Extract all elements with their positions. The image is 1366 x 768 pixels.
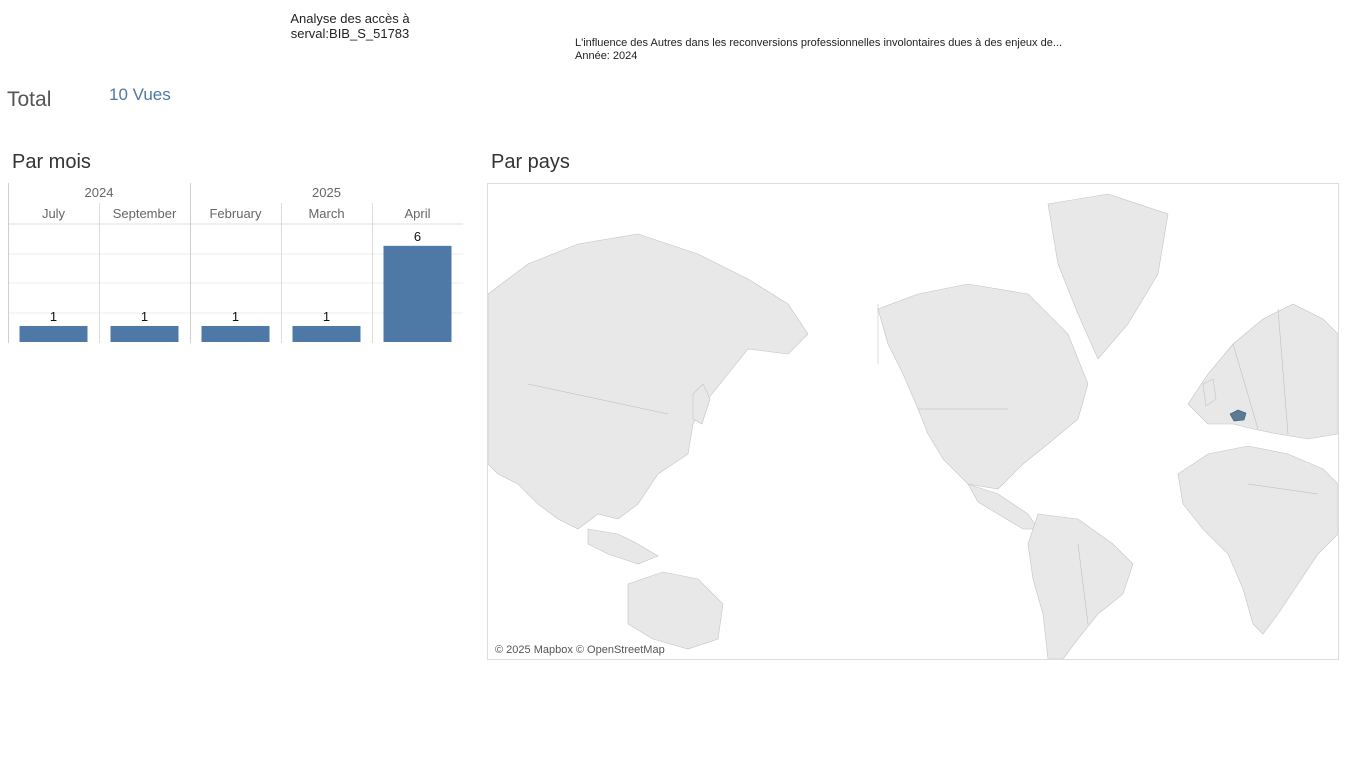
bar-march: [292, 325, 361, 342]
month-label-april: April: [404, 206, 430, 221]
bar-value-september: 1: [141, 309, 148, 324]
region-europe: [1187, 303, 1338, 440]
region-north-america: [877, 283, 1089, 490]
bar-value-july: 1: [50, 309, 57, 324]
section-title-by-month: Par mois: [12, 151, 91, 173]
bar-july: [19, 325, 88, 342]
month-label-september: September: [113, 206, 177, 221]
dashboard-title: Analyse des accès à serval:BIB_S_51783: [260, 11, 440, 41]
region-central-america: [967, 483, 1039, 530]
year-label-2025: 2025: [312, 185, 341, 200]
bar-april: [383, 245, 452, 342]
document-info: L'influence des Autres dans les reconver…: [575, 37, 1062, 63]
bar-february: [201, 325, 270, 342]
bar-value-april: 6: [414, 229, 421, 244]
region-asia: [488, 233, 809, 530]
bar-value-march: 1: [323, 309, 330, 324]
total-label: Total: [7, 88, 52, 111]
document-title: L'influence des Autres dans les reconver…: [575, 37, 1063, 49]
bar-value-february: 1: [232, 309, 239, 324]
country-map[interactable]: © 2025 Mapbox © OpenStreetMap: [487, 183, 1339, 660]
region-south-america: [1027, 513, 1134, 659]
dashboard-title-line1: Analyse des accès à: [290, 11, 410, 26]
bar-september: [110, 325, 179, 342]
region-africa: [1177, 445, 1338, 635]
region-se-asia: [587, 528, 659, 565]
section-title-by-country: Par pays: [491, 151, 570, 173]
world-map-svg: [488, 193, 1338, 659]
monthly-views-svg: 2024 2025 July 1 September 1 February 1 March 1 Ap…: [8, 183, 464, 343]
month-label-february: February: [209, 206, 262, 221]
dashboard-title-line2: serval:BIB_S_51783: [290, 26, 410, 41]
total-views-value[interactable]: 10 Vues: [109, 85, 171, 105]
document-year: Année: 2024: [575, 50, 638, 62]
month-label-july: July: [42, 206, 66, 221]
map-attribution[interactable]: © 2025 Mapbox © OpenStreetMap: [495, 644, 665, 656]
monthly-views-chart[interactable]: 2024 2025 July 1 September 1 February 1 March 1 Ap…: [8, 183, 464, 343]
month-label-march: March: [308, 206, 344, 221]
year-label-2024: 2024: [85, 185, 114, 200]
region-australia: [627, 571, 724, 650]
